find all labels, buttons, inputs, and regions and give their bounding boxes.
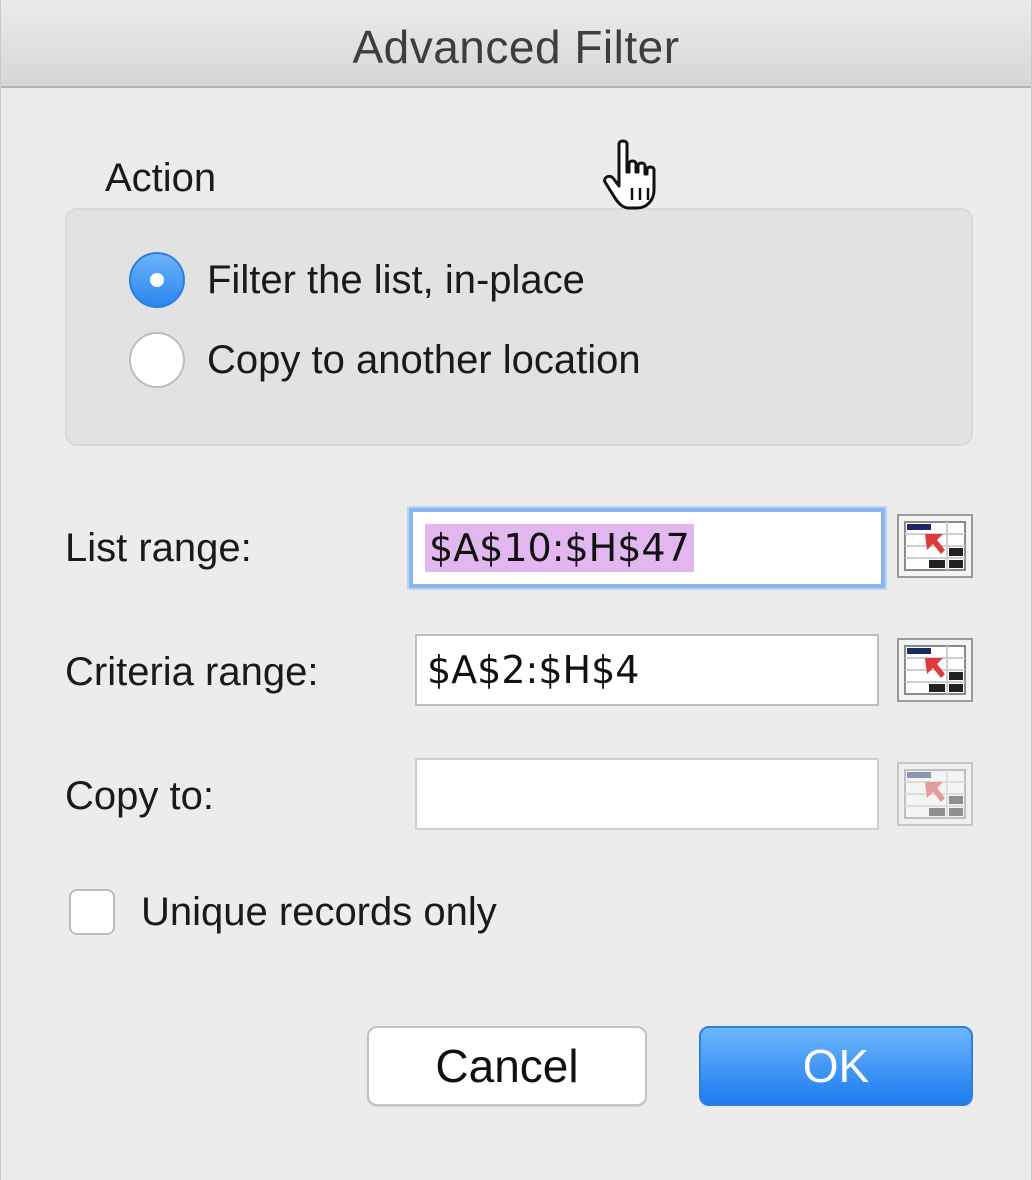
advanced-filter-dialog: Advanced Filter Action Filter the list, … — [0, 0, 1032, 1180]
title-bar[interactable]: Advanced Filter — [1, 0, 1031, 88]
collapse-dialog-icon — [904, 769, 966, 819]
collapse-dialog-icon — [904, 521, 966, 571]
unique-records-option[interactable]: Unique records only — [69, 888, 497, 936]
radio-label: Filter the list, in-place — [207, 257, 585, 302]
cancel-button[interactable]: Cancel — [367, 1026, 647, 1106]
ok-button[interactable]: OK — [699, 1026, 973, 1106]
action-section-label: Action — [105, 156, 217, 200]
list-range-picker-button[interactable] — [897, 514, 973, 578]
hand-pointer-icon — [603, 139, 656, 210]
list-range-label: List range: — [65, 526, 252, 570]
criteria-range-picker-button[interactable] — [897, 638, 973, 702]
copy-to-label: Copy to: — [65, 774, 214, 818]
radio-button-unchecked[interactable] — [129, 332, 185, 388]
action-group: Filter the list, in-place Copy to anothe… — [65, 208, 973, 446]
copy-to-input[interactable] — [415, 758, 879, 830]
radio-label: Copy to another location — [207, 337, 641, 382]
radio-filter-in-place[interactable]: Filter the list, in-place — [129, 252, 585, 308]
window-title: Advanced Filter — [352, 21, 680, 73]
criteria-range-label: Criteria range: — [65, 650, 319, 694]
list-range-input[interactable]: $A$10:$H$47 — [409, 508, 885, 588]
list-range-value: $A$10:$H$47 — [425, 524, 694, 572]
criteria-range-input[interactable]: $A$2:$H$4 — [415, 634, 879, 706]
collapse-dialog-icon — [904, 645, 966, 695]
criteria-range-value: $A$2:$H$4 — [427, 648, 640, 692]
unique-records-checkbox[interactable] — [69, 889, 115, 935]
radio-button-checked[interactable] — [129, 252, 185, 308]
copy-to-picker-button[interactable] — [897, 762, 973, 826]
radio-copy-to-location[interactable]: Copy to another location — [129, 332, 641, 388]
unique-records-label: Unique records only — [141, 889, 497, 934]
